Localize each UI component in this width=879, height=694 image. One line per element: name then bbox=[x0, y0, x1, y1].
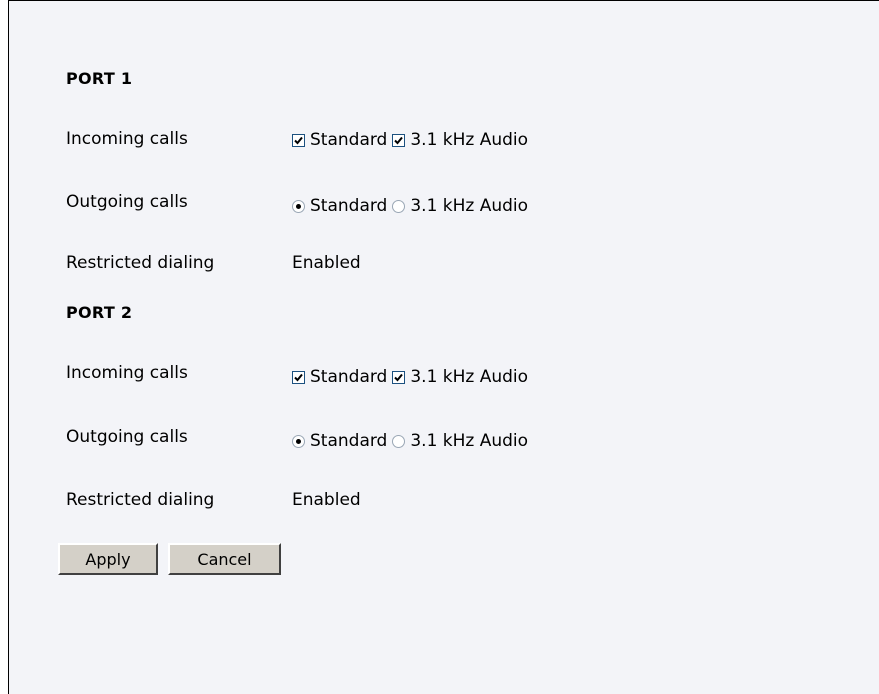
radio-dot-icon bbox=[296, 203, 301, 209]
port-1-incoming-audio-checkbox[interactable] bbox=[392, 133, 406, 147]
port-1-outgoing-options: Standard 3.1 kHz Audio bbox=[292, 196, 533, 216]
port-settings-panel: PORT 1 Incoming calls Standard 3.1 kHz A… bbox=[8, 0, 879, 694]
port-1-restricted-value: Enabled bbox=[292, 253, 361, 273]
checkmark-icon bbox=[394, 136, 404, 144]
port-1-outgoing-label: Outgoing calls bbox=[66, 192, 188, 212]
port-2-incoming-label: Incoming calls bbox=[66, 363, 188, 383]
port-1-incoming-label: Incoming calls bbox=[66, 129, 188, 149]
port-1-restricted-label: Restricted dialing bbox=[66, 253, 215, 273]
port-2-outgoing-options: Standard 3.1 kHz Audio bbox=[292, 431, 533, 451]
port-2-incoming-options: Standard 3.1 kHz Audio bbox=[292, 367, 533, 387]
port-1-outgoing-standard-label: Standard bbox=[310, 196, 388, 216]
port-2-incoming-standard-checkbox[interactable] bbox=[292, 370, 305, 384]
port-1-outgoing-audio-label: 3.1 kHz Audio bbox=[410, 196, 529, 216]
port-2-outgoing-standard-radio[interactable] bbox=[292, 434, 305, 448]
port-1-incoming-standard-label: Standard bbox=[310, 130, 388, 150]
port-1-title: PORT 1 bbox=[66, 69, 133, 88]
port-2-title: PORT 2 bbox=[66, 303, 133, 322]
port-2-incoming-audio-checkbox[interactable] bbox=[392, 370, 406, 384]
port-1-outgoing-standard-radio[interactable] bbox=[292, 199, 305, 213]
port-2-outgoing-audio-radio[interactable] bbox=[392, 434, 406, 448]
port-1-incoming-audio-label: 3.1 kHz Audio bbox=[410, 130, 529, 150]
port-1-incoming-options: Standard 3.1 kHz Audio bbox=[292, 130, 533, 150]
apply-button[interactable]: Apply bbox=[58, 543, 158, 575]
port-1-outgoing-audio-radio[interactable] bbox=[392, 199, 406, 213]
port-2-outgoing-audio-label: 3.1 kHz Audio bbox=[410, 431, 529, 451]
port-2-restricted-value: Enabled bbox=[292, 490, 361, 510]
port-2-outgoing-standard-label: Standard bbox=[310, 431, 388, 451]
port-1-incoming-standard-checkbox[interactable] bbox=[292, 133, 305, 147]
cancel-button[interactable]: Cancel bbox=[168, 543, 281, 575]
port-2-outgoing-label: Outgoing calls bbox=[66, 427, 188, 447]
checkmark-icon bbox=[394, 373, 404, 381]
checkmark-icon bbox=[294, 136, 303, 144]
port-2-restricted-label: Restricted dialing bbox=[66, 490, 215, 510]
radio-dot-icon bbox=[296, 438, 301, 444]
checkmark-icon bbox=[294, 373, 303, 381]
port-2-incoming-standard-label: Standard bbox=[310, 367, 388, 387]
port-2-incoming-audio-label: 3.1 kHz Audio bbox=[410, 367, 529, 387]
